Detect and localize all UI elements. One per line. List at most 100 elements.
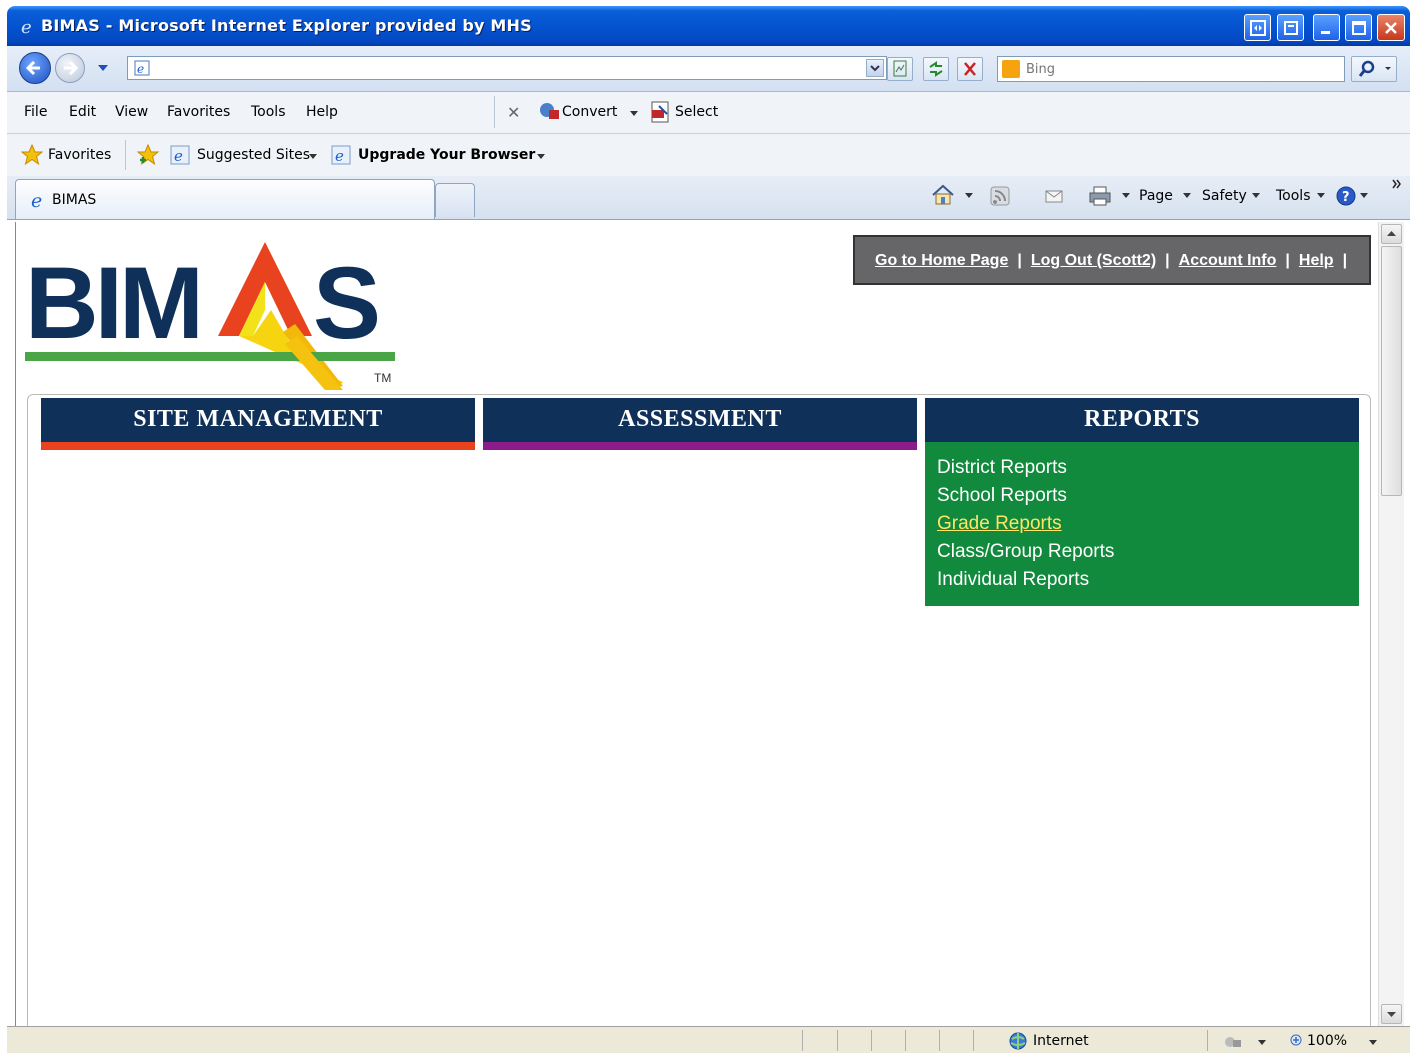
new-tab-button[interactable] (435, 183, 475, 217)
window-title: BIMAS - Microsoft Internet Explorer prov… (41, 16, 532, 35)
class-group-reports-link[interactable]: Class/Group Reports (937, 541, 1114, 563)
reports-dropdown: District Reports School Reports Grade Re… (925, 442, 1359, 606)
stop-x-icon (964, 62, 976, 76)
feeds-icon[interactable] (990, 186, 1010, 206)
window-title-bar: e BIMAS - Microsoft Internet Explorer pr… (7, 6, 1410, 46)
page-menu[interactable]: Page (1139, 188, 1173, 204)
scroll-down-button[interactable] (1381, 1004, 1402, 1024)
tools-menu[interactable]: Tools (1276, 188, 1311, 204)
status-bar: Internet 100% (7, 1026, 1410, 1053)
svg-text:?: ? (1342, 190, 1350, 205)
magnifier-icon (1358, 60, 1391, 77)
mail-icon[interactable] (1044, 188, 1064, 204)
tab-bimas[interactable]: e BIMAS (15, 179, 435, 219)
compatibility-view-button[interactable] (887, 57, 913, 81)
link-separator: | (1017, 252, 1022, 269)
favorites-divider (125, 140, 126, 170)
maximize-button[interactable] (1345, 14, 1372, 41)
chevron-double-right-icon[interactable] (1391, 178, 1403, 190)
chevron-up-icon (1387, 231, 1396, 236)
minimize-button[interactable] (1313, 14, 1340, 41)
menu-file[interactable]: File (24, 104, 47, 120)
account-info-link[interactable]: Account Info (1179, 252, 1277, 269)
tab-ie-icon: e (31, 190, 42, 210)
help-icon[interactable]: ? (1335, 185, 1357, 207)
convert-dropdown-icon[interactable] (629, 110, 639, 118)
svg-text:e: e (174, 147, 183, 165)
svg-text:BIM: BIM (25, 246, 200, 360)
back-arrow-icon (25, 60, 40, 76)
back-button[interactable] (19, 52, 51, 84)
top-nav: Go to Home Page | Log Out (Scott2) | Account… (853, 235, 1371, 285)
chevron-down-icon (1258, 1040, 1266, 1045)
add-favorite-icon[interactable] (137, 144, 161, 166)
status-divider (871, 1030, 872, 1051)
menu-favorites[interactable]: Favorites (167, 104, 230, 120)
chevron-down-icon (537, 154, 545, 159)
svg-text:e: e (31, 190, 42, 210)
zoom-level[interactable]: 100% (1307, 1033, 1347, 1049)
url-input[interactable] (156, 59, 856, 77)
stop-button[interactable] (957, 57, 983, 81)
site-management-underline (41, 442, 475, 450)
chevron-down-icon (1183, 193, 1191, 198)
zoom-icon[interactable] (1289, 1033, 1305, 1049)
scroll-thumb[interactable] (1381, 246, 1402, 496)
recent-pages-dropdown-icon[interactable] (97, 63, 109, 73)
forward-button[interactable] (55, 53, 85, 83)
menu-bar: File Edit View Favorites Tools Help ✕ Co… (7, 92, 1410, 134)
safety-menu[interactable]: Safety (1202, 188, 1247, 204)
upgrade-browser-button[interactable]: Upgrade Your Browser (358, 147, 535, 163)
suggested-sites-button[interactable]: Suggested Sites (197, 147, 310, 163)
status-divider (939, 1030, 940, 1051)
chevron-down-icon (309, 154, 317, 159)
address-field[interactable]: e (127, 56, 887, 80)
individual-reports-link[interactable]: Individual Reports (937, 569, 1089, 591)
status-divider (1207, 1030, 1208, 1051)
search-input[interactable] (1026, 60, 1326, 78)
menu-edit[interactable]: Edit (69, 104, 96, 120)
school-reports-link[interactable]: School Reports (937, 485, 1067, 507)
logout-link[interactable]: Log Out (Scott2) (1031, 252, 1156, 269)
help-link[interactable]: Help (1299, 252, 1334, 269)
district-reports-link[interactable]: District Reports (937, 457, 1067, 479)
select-button[interactable]: Select (675, 104, 718, 120)
address-dropdown-button[interactable] (866, 59, 884, 77)
compat-view-icon[interactable] (1244, 14, 1271, 41)
scroll-up-button[interactable] (1381, 224, 1402, 244)
go-home-link[interactable]: Go to Home Page (875, 252, 1008, 269)
link-separator: | (1165, 252, 1170, 269)
status-divider (905, 1030, 906, 1051)
home-dropdown-icon[interactable] (964, 192, 974, 200)
svg-text:e: e (137, 62, 144, 76)
reports-tab[interactable]: REPORTS (925, 398, 1359, 442)
home-icon[interactable] (930, 183, 956, 207)
status-divider (837, 1030, 838, 1051)
help-dropdown-icon[interactable] (1359, 192, 1369, 200)
convert-pdf-icon (540, 103, 559, 119)
zoom-dropdown-icon[interactable] (1368, 1039, 1378, 1047)
menu-tools[interactable]: Tools (251, 104, 286, 120)
ie-icon: e (21, 17, 32, 35)
site-management-tab[interactable]: SITE MANAGEMENT (41, 398, 475, 442)
print-icon[interactable] (1088, 185, 1112, 207)
refresh-window-icon[interactable] (1277, 14, 1304, 41)
status-divider (973, 1030, 974, 1051)
print-dropdown-icon[interactable] (1121, 192, 1131, 200)
search-button[interactable] (1351, 56, 1397, 82)
protected-mode-icon[interactable] (1223, 1033, 1243, 1049)
close-button[interactable] (1377, 14, 1405, 41)
grade-reports-link[interactable]: Grade Reports (937, 513, 1062, 535)
favorites-button[interactable]: Favorites (48, 147, 111, 163)
assessment-tab[interactable]: ASSESSMENT (483, 398, 917, 442)
search-box[interactable] (997, 56, 1345, 82)
refresh-button[interactable] (923, 57, 949, 81)
vertical-scrollbar[interactable] (1378, 222, 1404, 1026)
convert-button[interactable]: Convert (562, 104, 617, 120)
select-pdf-icon (651, 101, 669, 123)
assessment-underline (483, 442, 917, 450)
close-toolbar-icon[interactable]: ✕ (507, 103, 520, 122)
security-zone-label: Internet (1033, 1033, 1089, 1049)
menu-view[interactable]: View (115, 104, 148, 120)
menu-help[interactable]: Help (306, 104, 338, 120)
